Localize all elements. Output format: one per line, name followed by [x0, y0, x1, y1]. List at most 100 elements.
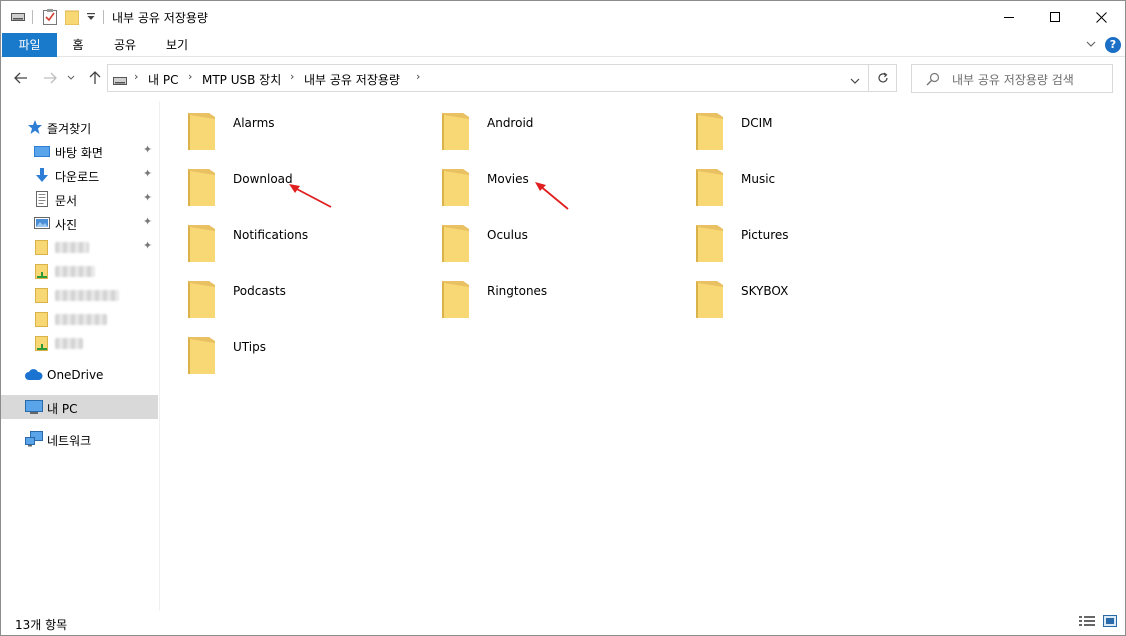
folder-label: Pictures [741, 228, 789, 242]
large-icons-view-icon[interactable] [1103, 615, 1117, 630]
help-icon[interactable]: ? [1105, 37, 1121, 53]
folder-item[interactable]: UTips [161, 325, 401, 375]
sidebar-label: 다운로드 [55, 170, 100, 184]
tab-share[interactable]: 공유 [107, 33, 143, 57]
expand-ribbon-icon[interactable] [1085, 38, 1097, 53]
toolbar-separator [31, 8, 33, 26]
folder-item[interactable]: Notifications [161, 213, 401, 263]
folder-item[interactable]: Download [161, 157, 401, 207]
folder-icon [35, 287, 51, 303]
sidebar-item-blurred-folder[interactable] [1, 307, 158, 331]
close-button[interactable] [1078, 1, 1124, 33]
folder-item[interactable]: SKYBOX [669, 269, 909, 319]
desktop-icon [34, 143, 50, 159]
breadcrumb-chevron-icon[interactable]: › [134, 70, 138, 83]
folder-icon [187, 335, 217, 375]
window-title: 내부 공유 저장용량 [112, 11, 208, 25]
folder-label: Music [741, 172, 776, 186]
pin-icon[interactable]: ✦ [143, 215, 152, 228]
sidebar-item-onedrive[interactable]: OneDrive [1, 363, 158, 387]
properties-icon[interactable] [42, 8, 58, 26]
sidebar-item-network[interactable]: 네트워크 [1, 427, 158, 451]
view-switcher [1079, 615, 1117, 630]
back-button[interactable] [12, 69, 30, 87]
search-box[interactable]: 내부 공유 저장용량 검색 [911, 64, 1113, 93]
folder-item[interactable]: Ringtones [415, 269, 655, 319]
star-icon [27, 119, 43, 135]
navigation-bar: › 내 PC › MTP USB 장치 › 내부 공유 저장용량 › 내부 공유… [1, 58, 1125, 98]
address-dropdown-icon[interactable] [850, 74, 860, 88]
shared-folder-icon [35, 335, 51, 351]
folder-icon [187, 223, 217, 263]
recent-locations-icon[interactable] [65, 69, 77, 87]
sidebar-item-pictures[interactable]: 사진 ✦ [1, 211, 158, 235]
breadcrumb-chevron-icon[interactable]: › [188, 70, 192, 83]
tab-home[interactable]: 홈 [63, 33, 93, 57]
sidebar-label: 바탕 화면 [55, 146, 103, 160]
breadcrumb-chevron-icon[interactable]: › [290, 70, 294, 83]
folder-item[interactable]: Oculus [415, 213, 655, 263]
folder-item[interactable]: Music [669, 157, 909, 207]
sidebar-item-blurred-shared-folder[interactable] [1, 331, 158, 355]
folder-item[interactable]: Android [415, 101, 655, 151]
pane-divider[interactable] [159, 101, 160, 611]
folder-item[interactable]: DCIM [669, 101, 909, 151]
title-bar: 내부 공유 저장용량 [1, 1, 1125, 33]
sidebar-item-blurred-shared-folder[interactable] [1, 259, 158, 283]
pin-icon[interactable]: ✦ [143, 239, 152, 252]
sidebar-label: 즐겨찾기 [47, 122, 92, 136]
pin-icon[interactable]: ✦ [143, 167, 152, 180]
customize-toolbar-icon[interactable] [86, 8, 96, 26]
refresh-button[interactable] [869, 64, 897, 92]
maximize-button[interactable] [1032, 1, 1078, 33]
breadcrumb-chevron-icon[interactable]: › [416, 70, 420, 83]
breadcrumb-this-pc[interactable]: 내 PC [148, 71, 178, 88]
up-button[interactable] [86, 69, 104, 87]
folder-icon [695, 167, 725, 207]
sidebar-item-blurred-folder[interactable]: ✦ [1, 235, 158, 259]
redacted-label [55, 290, 119, 301]
forward-button[interactable] [41, 69, 59, 87]
tab-view[interactable]: 보기 [159, 33, 195, 57]
tab-file[interactable]: 파일 [2, 33, 57, 57]
folder-icon [695, 223, 725, 263]
minimize-button[interactable] [986, 1, 1032, 33]
address-bar[interactable]: › 내 PC › MTP USB 장치 › 내부 공유 저장용량 › [107, 64, 869, 92]
folder-item[interactable]: Podcasts [161, 269, 401, 319]
breadcrumb-mtp-device[interactable]: MTP USB 장치 [202, 71, 281, 88]
folder-label: UTips [233, 340, 266, 354]
folder-label: Ringtones [487, 284, 548, 298]
folder-icon [35, 311, 51, 327]
folder-icon [441, 111, 471, 151]
sidebar-item-documents[interactable]: 문서 ✦ [1, 187, 158, 211]
network-icon [25, 431, 43, 447]
folder-label: Movies [487, 172, 529, 186]
folder-item[interactable]: Movies [415, 157, 655, 207]
pin-icon[interactable]: ✦ [143, 143, 152, 156]
document-icon [34, 191, 50, 207]
breadcrumb-internal-storage[interactable]: 내부 공유 저장용량 [304, 71, 400, 88]
folder-label: Podcasts [233, 284, 286, 298]
folder-label: Android [487, 116, 534, 130]
new-folder-icon[interactable] [64, 8, 80, 26]
folder-item[interactable]: Pictures [669, 213, 909, 263]
drive-icon[interactable] [11, 8, 25, 26]
folder-grid: Alarms Android DCIM Download Movies Music Noti… [161, 101, 1125, 611]
ribbon-tabs: 파일 홈 공유 보기 ? [1, 33, 1125, 57]
redacted-label [55, 266, 95, 277]
search-icon [926, 72, 940, 89]
sidebar-item-blurred-folder[interactable] [1, 283, 158, 307]
folder-icon [441, 223, 471, 263]
sidebar-item-desktop[interactable]: 바탕 화면 ✦ [1, 139, 158, 163]
sidebar-item-this-pc[interactable]: 내 PC [1, 395, 158, 419]
folder-label: DCIM [741, 116, 773, 130]
sidebar-item-downloads[interactable]: 다운로드 ✦ [1, 163, 158, 187]
redacted-label [55, 242, 89, 253]
redacted-label [55, 338, 83, 349]
shared-folder-icon [35, 263, 51, 279]
details-view-icon[interactable] [1079, 615, 1095, 630]
folder-item[interactable]: Alarms [161, 101, 401, 151]
pin-icon[interactable]: ✦ [143, 191, 152, 204]
sidebar-item-quick-access[interactable]: 즐겨찾기 [1, 115, 158, 139]
folder-icon [695, 111, 725, 151]
